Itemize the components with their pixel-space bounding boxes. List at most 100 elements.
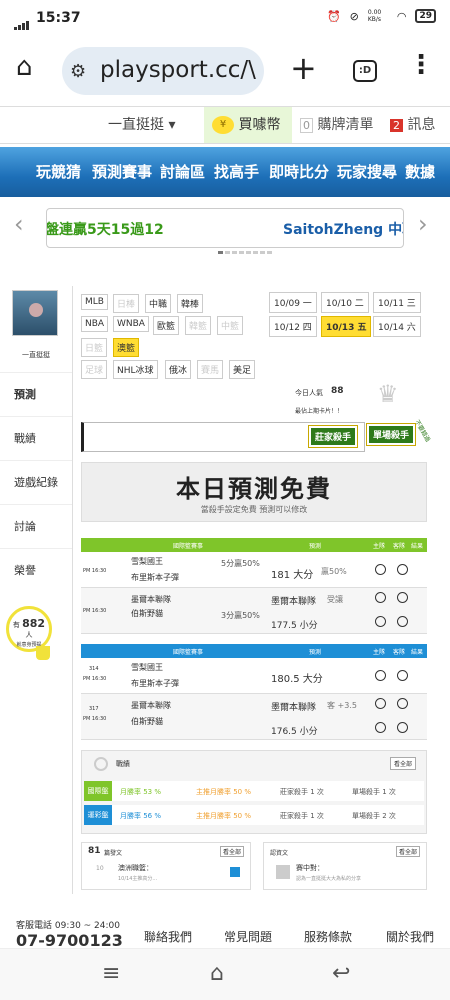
header-league: 國際籃賽事 — [173, 543, 204, 550]
league-tag[interactable]: 中籃 — [217, 316, 244, 335]
comments-more-button[interactable]: 看全部 — [395, 846, 420, 857]
user-menu[interactable]: 一直挺挺 ▾ — [108, 107, 175, 143]
date-tab[interactable]: 10/12 四 — [269, 316, 317, 337]
host-radio[interactable] — [375, 564, 386, 575]
stat-value: 單場殺手 1 次 — [352, 788, 396, 796]
league-tag-selected[interactable]: 澳籃 — [113, 338, 140, 357]
game-time: PM 16:30 — [83, 608, 107, 614]
carousel-dots — [218, 251, 272, 254]
guest-radio[interactable] — [397, 722, 408, 733]
address-bar[interactable]: ⚙ playsport.cc/\ — [62, 47, 264, 95]
ticker-text-right[interactable]: SaitohZheng 中職 — [283, 219, 403, 239]
footer-link[interactable]: 聯絡我們 — [144, 928, 192, 945]
chevron-left-icon[interactable]: ‹ — [14, 210, 24, 238]
date-tab[interactable]: 10/11 三 — [373, 292, 421, 313]
league-tag[interactable]: NHL冰球 — [113, 360, 158, 379]
nav-experts[interactable]: 找高手 — [214, 161, 259, 182]
site-footer: 客服電話 09:30 ~ 24:00 07-9700123 聯絡我們 常見問題 … — [0, 918, 450, 950]
stats-row: 運彩盤 月勝率 56 % 主推月勝率 50 % 莊家殺手 1 次 單場殺手 2 … — [84, 805, 424, 825]
guest-radio[interactable] — [397, 564, 408, 575]
host-radio[interactable] — [375, 698, 386, 709]
sidebar-item-game-log[interactable]: 遊戲紀錄 — [0, 460, 72, 504]
league-tag[interactable]: WNBA — [113, 316, 149, 332]
sidebar-item-honor[interactable]: 榮譽 — [0, 548, 72, 592]
header-guest: 客隊 — [393, 543, 406, 550]
date-tab[interactable]: 10/09 一 — [269, 292, 317, 313]
messages-link[interactable]: 2 訊息 — [390, 107, 435, 143]
host-radio[interactable] — [375, 670, 386, 681]
avatar[interactable] — [12, 290, 58, 336]
purchase-list-link[interactable]: 0 購牌清單 — [300, 107, 373, 143]
sidebar-item-predict[interactable]: 預測 — [0, 372, 72, 416]
stats-row-label: 運彩盤 — [84, 805, 112, 825]
date-tab[interactable]: 10/10 二 — [321, 292, 369, 313]
host-radio[interactable] — [375, 722, 386, 733]
system-nav-bar: ≡ ⌂ ↩ — [0, 948, 450, 1000]
posts-more-button[interactable]: 看全部 — [219, 846, 244, 857]
league-tag[interactable]: 中職 — [145, 294, 172, 313]
post-count-label: 篇發文 — [104, 850, 123, 857]
host-radio[interactable] — [375, 616, 386, 627]
recents-icon[interactable]: ≡ — [102, 961, 120, 986]
guest-radio[interactable] — [397, 592, 408, 603]
game-time: PM 16:30 — [83, 676, 107, 682]
pick-note: 贏50% — [321, 567, 347, 576]
table-header: 國際籃賽事 預測 主隊 客隊 結果 — [81, 644, 427, 658]
nav-predict[interactable]: 預測賽事 — [92, 161, 152, 182]
ticker-text-left[interactable]: 盤連贏5天15過12 — [47, 219, 164, 239]
sidebar-item-discuss[interactable]: 討論 — [0, 504, 72, 548]
new-tab-icon[interactable]: + — [290, 49, 317, 87]
url-text[interactable]: playsport.cc/\ — [100, 57, 260, 83]
stat-value: 主推月勝率 50 % — [196, 788, 252, 796]
nav-play[interactable]: 玩競猜 — [36, 161, 81, 182]
host-radio[interactable] — [375, 592, 386, 603]
battery-icon: 29 — [415, 9, 436, 23]
nav-data[interactable]: 數據 — [405, 161, 435, 182]
coins-link[interactable]: ¥ 買噱幣 — [204, 107, 292, 143]
league-tag[interactable]: NBA — [81, 316, 109, 332]
date-tab[interactable]: 10/14 六 — [373, 316, 421, 337]
tab-switcher-button[interactable]: :D — [353, 60, 377, 82]
league-tag[interactable]: 日籃 — [81, 338, 108, 357]
team-away: 伯斯野貓 — [131, 717, 163, 726]
league-tag[interactable]: 足球 — [81, 360, 108, 379]
league-tag[interactable]: 韓籃 — [185, 316, 212, 335]
stats-more-button[interactable]: 看全部 — [389, 757, 416, 770]
team-away: 伯斯野貓 — [131, 609, 163, 618]
league-tag[interactable]: 俄冰 — [165, 360, 192, 379]
home-icon[interactable]: ⌂ — [16, 54, 44, 82]
banner-subtitle: 當殺手設定免費 預測可以修改 — [200, 505, 308, 514]
guest-radio[interactable] — [397, 698, 408, 709]
overflow-menu-icon[interactable]: ⋮ — [408, 52, 434, 78]
sidebar-item-record[interactable]: 戰績 — [0, 416, 72, 460]
guest-radio[interactable] — [397, 670, 408, 681]
date-tab-selected[interactable]: 10/13 五 — [321, 316, 372, 337]
nav-forum[interactable]: 討論區 — [160, 161, 205, 182]
footer-link[interactable]: 服務條款 — [304, 928, 352, 945]
nav-livescore[interactable]: 即時比分 — [269, 161, 329, 182]
league-tag[interactable]: 韓棒 — [177, 294, 204, 313]
site-settings-icon[interactable]: ⚙ — [70, 61, 86, 82]
stats-row: 國際盤 月勝率 53 % 主推月勝率 50 % 莊家殺手 1 次 單場殺手 1 … — [84, 781, 424, 801]
league-tag[interactable]: 歐籃 — [153, 316, 180, 335]
stat-value: 單場殺手 2 次 — [352, 812, 396, 820]
home-nav-icon[interactable]: ⌂ — [210, 961, 224, 986]
back-icon[interactable]: ↩ — [332, 961, 350, 986]
league-tag[interactable]: 賽馬 — [197, 360, 224, 379]
league-tag[interactable]: 美足 — [229, 360, 256, 379]
league-tag[interactable]: 日棒 — [113, 294, 140, 313]
message-count: 2 — [390, 119, 403, 132]
nav-search[interactable]: 玩家搜尋 — [337, 161, 397, 182]
guest-radio[interactable] — [397, 616, 408, 627]
team-away: 布里斯本子彈 — [131, 573, 179, 582]
ticker-box[interactable]: 盤連贏5天15過12 SaitohZheng 中職 — [46, 208, 404, 248]
footer-link[interactable]: 關於我們 — [386, 928, 434, 945]
league-tag[interactable]: MLB — [81, 294, 108, 310]
header-league: 國際籃賽事 — [173, 649, 204, 656]
chevron-right-icon[interactable]: › — [418, 210, 428, 238]
post-title[interactable]: 澳洲職籃： — [118, 863, 153, 873]
record-stats: 戰績 看全部 國際盤 月勝率 53 % 主推月勝率 50 % 莊家殺手 1 次 … — [81, 750, 427, 834]
game-no: 317 — [89, 706, 99, 712]
comment-title[interactable]: 賽中對： — [296, 863, 324, 873]
footer-link[interactable]: 常見問題 — [224, 928, 272, 945]
